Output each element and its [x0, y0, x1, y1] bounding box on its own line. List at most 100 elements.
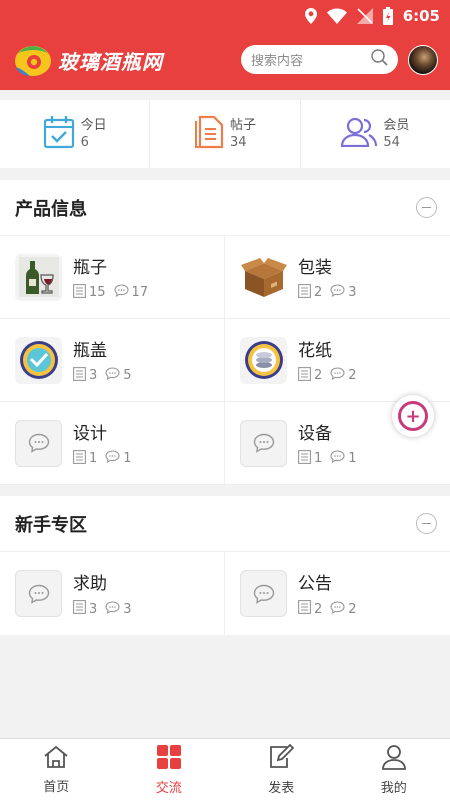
replies-icon [105, 450, 120, 467]
avatar[interactable] [408, 45, 438, 75]
stat-members-label: 会员 [383, 118, 410, 133]
battery-icon [382, 7, 393, 25]
nav-item-home[interactable]: 首页 [0, 739, 113, 800]
board-name: 包装 [298, 257, 332, 278]
status-time: 6:05 [402, 7, 440, 25]
section-product-info: 产品信息 瓶子 15 17 包装 2 3 瓶盖 3 5 花纸 2 2 设计 1 … [0, 180, 450, 485]
chat-bubble-icon [15, 419, 62, 467]
location-icon [304, 8, 317, 24]
user-icon [381, 744, 407, 774]
posts-icon [298, 600, 311, 618]
collapse-button[interactable] [416, 197, 437, 218]
members-icon [341, 117, 378, 151]
home-icon [43, 745, 69, 773]
replies-icon [330, 450, 345, 467]
stat-today: 今日 6 [0, 100, 151, 168]
replies-count: 17 [131, 285, 149, 300]
replies-icon [330, 367, 345, 384]
section-newbie-zone: 新手专区 求助 3 3 公告 2 2 [0, 496, 450, 635]
nav-label: 我的 [380, 780, 407, 796]
board-name: 设计 [73, 423, 107, 444]
replies-icon [105, 600, 120, 618]
logo-text: 玻璃酒瓶网 [58, 49, 163, 74]
forum-stats: 今日 6 帖子 34 会员 54 [0, 100, 450, 168]
forum-board-bottle-caps[interactable]: 瓶盖 3 5 [0, 319, 225, 402]
plus-icon: + [398, 401, 428, 431]
posts-count: 2 [314, 601, 323, 617]
board-name: 瓶子 [73, 257, 107, 278]
replies-icon [105, 367, 120, 384]
posts-icon [73, 283, 86, 302]
box-icon [240, 253, 287, 301]
app-header: 6:05 玻璃酒瓶网 搜索内容 [0, 0, 450, 90]
forum-board-design[interactable]: 设计 1 1 [0, 402, 225, 485]
nav-item-profile[interactable]: 我的 [338, 739, 450, 800]
posts-count: 15 [89, 285, 106, 300]
board-name: 瓶盖 [73, 340, 107, 361]
status-bar: 6:05 [304, 6, 440, 26]
board-name: 求助 [73, 574, 107, 594]
forum-board-announcements[interactable]: 公告 2 2 [225, 552, 450, 635]
posts-count: 2 [314, 368, 323, 383]
section-header: 产品信息 [0, 180, 450, 236]
posts-count: 2 [314, 285, 323, 300]
posts-icon [73, 600, 86, 618]
posts-count: 3 [89, 601, 98, 617]
stat-today-value: 6 [80, 135, 89, 150]
forum-board-help[interactable]: 求助 3 3 [0, 552, 225, 635]
search-placeholder: 搜索内容 [251, 54, 304, 69]
replies-count: 5 [123, 368, 132, 383]
posts-icon [298, 366, 311, 385]
nav-label: 交流 [155, 780, 182, 796]
search-input[interactable]: 搜索内容 [241, 45, 398, 74]
forum-board-bottles[interactable]: 瓶子 15 17 [0, 236, 225, 319]
posts-icon [73, 366, 86, 385]
replies-count: 3 [348, 285, 357, 300]
stat-posts-value: 34 [229, 135, 247, 150]
posts-count: 1 [89, 451, 98, 466]
chat-bubble-icon [240, 419, 287, 467]
forum-board-packaging[interactable]: 包装 2 3 [225, 236, 450, 319]
posts-count: 3 [89, 368, 98, 383]
replies-count: 1 [348, 451, 357, 466]
posts-count: 1 [314, 451, 323, 466]
posts-icon [298, 283, 311, 302]
replies-count: 2 [348, 601, 357, 617]
nav-label: 发表 [268, 780, 295, 796]
collapse-button[interactable] [416, 513, 437, 534]
nav-item-post[interactable]: 发表 [225, 739, 338, 800]
board-name: 设备 [298, 423, 332, 444]
forum-board-decals[interactable]: 花纸 2 2 [225, 319, 450, 402]
replies-icon [330, 600, 345, 618]
nav-item-community[interactable]: 交流 [113, 739, 226, 800]
replies-count: 1 [123, 451, 132, 466]
bottom-nav: 首页 交流 发表 我的 [0, 738, 450, 800]
replies-icon [113, 284, 129, 301]
section-title: 产品信息 [15, 198, 87, 220]
replies-count: 2 [348, 368, 357, 383]
bottle-cap-icon [15, 336, 62, 384]
board-name: 花纸 [298, 340, 332, 361]
stat-members-value: 54 [383, 135, 400, 150]
search-icon[interactable] [371, 49, 388, 70]
replies-icon [330, 284, 345, 301]
section-header: 新手专区 [0, 496, 450, 552]
calendar-check-icon [43, 115, 75, 153]
logo-mark-icon [14, 43, 52, 77]
wifi-icon [326, 8, 347, 24]
board-name: 公告 [298, 574, 332, 594]
document-icon [194, 115, 224, 153]
posts-icon [298, 449, 311, 468]
app-logo[interactable]: 玻璃酒瓶网 [14, 43, 163, 77]
no-signal-icon [356, 8, 373, 24]
decal-icon [240, 336, 287, 384]
chat-bubble-icon [15, 570, 62, 617]
posts-icon [73, 449, 86, 468]
chat-bubble-icon [240, 570, 287, 617]
compose-icon [268, 743, 295, 774]
stat-members: 会员 54 [301, 100, 450, 168]
section-title: 新手专区 [15, 514, 87, 536]
stat-posts: 帖子 34 [150, 100, 301, 168]
floating-add-button[interactable]: + [392, 395, 434, 437]
stat-posts-label: 帖子 [229, 118, 256, 133]
